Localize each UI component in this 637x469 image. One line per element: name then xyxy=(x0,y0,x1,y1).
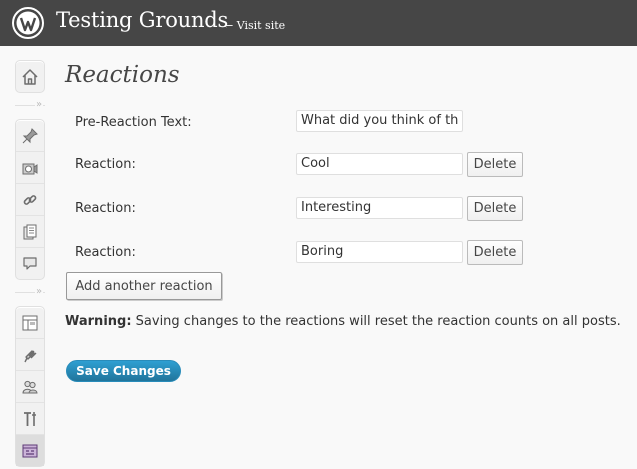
menu-item-plugins[interactable] xyxy=(16,339,44,371)
save-changes-button[interactable]: Save Changes xyxy=(66,360,181,382)
pre-reaction-label: Pre-Reaction Text: xyxy=(75,115,192,130)
dashboard-icon xyxy=(22,68,38,85)
add-reaction-button[interactable]: Add another reaction xyxy=(66,272,222,300)
reaction-label: Reaction: xyxy=(75,157,136,172)
menu-item-settings[interactable] xyxy=(16,435,44,466)
wordpress-logo-icon[interactable] xyxy=(12,7,44,39)
media-icon xyxy=(22,163,38,174)
pre-reaction-text-input[interactable]: What did you think of th xyxy=(296,110,463,132)
warning-text: Saving changes to the reactions will res… xyxy=(131,314,621,329)
delete-reaction-button[interactable]: Delete xyxy=(467,152,523,177)
warning-message: Warning: Saving changes to the reactions… xyxy=(65,314,621,329)
reaction-label: Reaction: xyxy=(75,245,136,260)
plugins-icon xyxy=(24,349,37,362)
admin-menu: » » xyxy=(15,60,45,467)
menu-group-admin xyxy=(15,306,45,467)
users-icon xyxy=(22,380,38,393)
reaction-input[interactable]: Interesting xyxy=(296,197,463,219)
menu-item-pages[interactable] xyxy=(16,216,44,248)
delete-reaction-button[interactable]: Delete xyxy=(467,196,523,221)
menu-separator[interactable]: » xyxy=(15,280,45,306)
posts-icon xyxy=(22,127,38,143)
menu-item-tools[interactable] xyxy=(16,403,44,435)
menu-group-content xyxy=(15,119,45,280)
menu-separator[interactable]: » xyxy=(15,93,45,119)
collapse-arrow-icon[interactable]: » xyxy=(35,98,44,112)
links-icon xyxy=(23,194,37,205)
menu-group-dashboard xyxy=(15,60,45,93)
visit-site-link[interactable]: ← Visit site xyxy=(224,19,285,32)
pages-icon xyxy=(23,224,37,239)
menu-item-links[interactable] xyxy=(16,184,44,216)
menu-item-comments[interactable] xyxy=(16,248,44,279)
tools-icon xyxy=(24,411,36,426)
page-title: Reactions xyxy=(65,62,180,88)
menu-item-users[interactable] xyxy=(16,371,44,403)
warning-label: Warning: xyxy=(65,314,132,329)
delete-reaction-button[interactable]: Delete xyxy=(467,240,523,265)
menu-item-appearance[interactable] xyxy=(16,307,44,339)
menu-item-media[interactable] xyxy=(16,152,44,184)
collapse-arrow-icon[interactable]: » xyxy=(35,285,44,299)
reaction-input[interactable]: Cool xyxy=(296,153,463,175)
reaction-label: Reaction: xyxy=(75,201,136,216)
admin-header: Testing Grounds ← Visit site xyxy=(0,0,637,46)
reaction-input[interactable]: Boring xyxy=(296,241,463,263)
comments-icon xyxy=(23,256,37,270)
menu-item-dashboard[interactable] xyxy=(16,61,44,92)
settings-icon xyxy=(22,444,38,457)
appearance-icon xyxy=(22,315,38,330)
menu-item-posts[interactable] xyxy=(16,120,44,152)
site-title[interactable]: Testing Grounds xyxy=(56,8,228,32)
